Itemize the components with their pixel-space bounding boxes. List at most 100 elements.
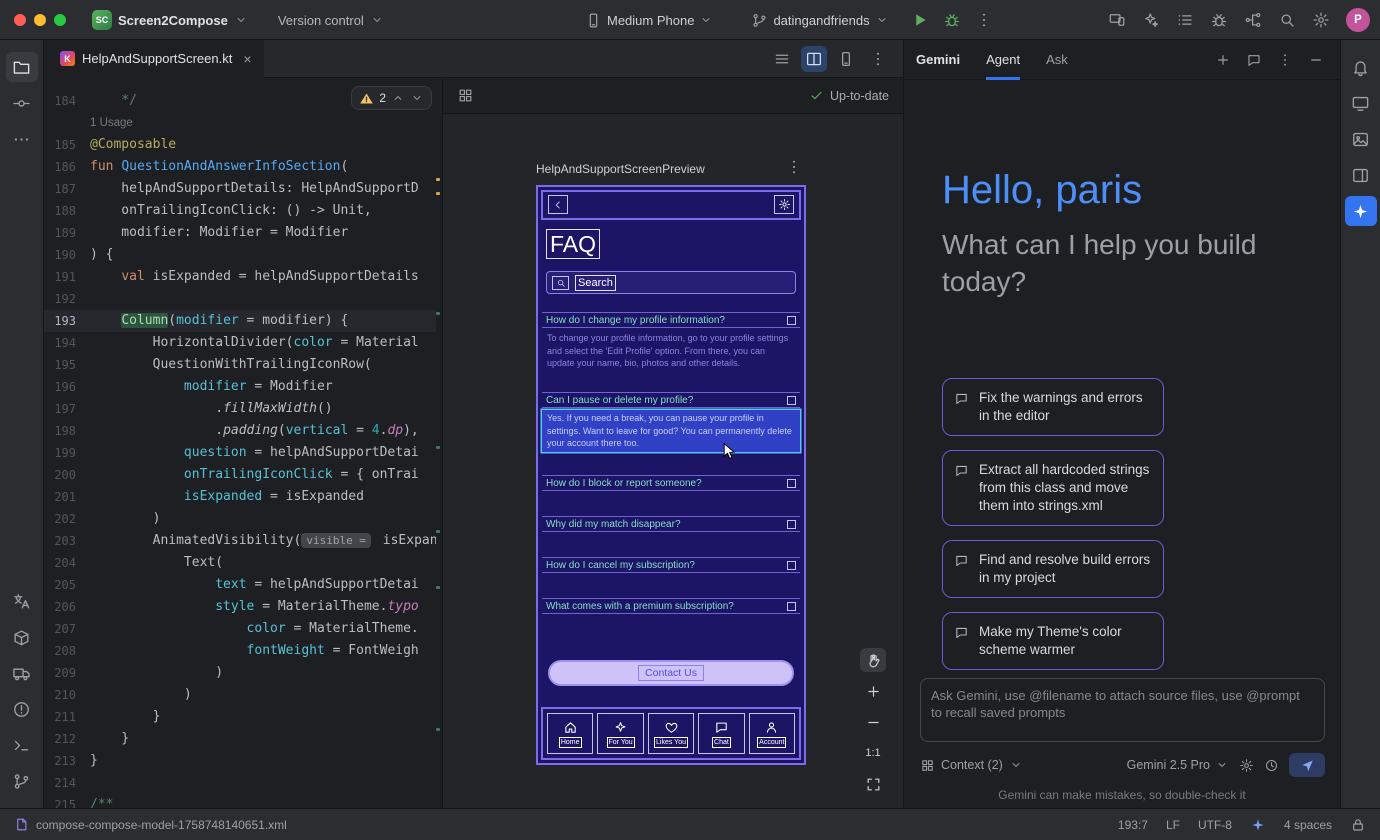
tab-ask[interactable]: Ask	[1046, 40, 1068, 80]
send-button[interactable]	[1289, 753, 1325, 777]
code-line[interactable]: 203 AnimatedVisibility(visible = isExpan	[44, 530, 436, 552]
prompt-history-button[interactable]	[1264, 758, 1279, 773]
todo-list-button[interactable]	[1172, 7, 1198, 33]
code-line[interactable]: 187 helpAndSupportDetails: HelpAndSuppor…	[44, 178, 436, 200]
code-line[interactable]: 197 .fillMaxWidth()	[44, 398, 436, 420]
expand-toggle-icon[interactable]	[787, 561, 796, 570]
code-line[interactable]: 209 )	[44, 662, 436, 684]
terminal-tool-button[interactable]	[6, 730, 38, 760]
branch-selector[interactable]: datingandfriends	[751, 12, 888, 29]
code-line[interactable]: 189 modifier: Modifier = Modifier	[44, 222, 436, 244]
packages-tool-button[interactable]	[6, 622, 38, 652]
gemini-input[interactable]	[931, 687, 1314, 733]
design-view-button[interactable]	[833, 46, 859, 72]
code-line[interactable]: 212 }	[44, 728, 436, 750]
code-line[interactable]: 211 }	[44, 706, 436, 728]
code-line[interactable]: 204 Text(	[44, 552, 436, 574]
notifications-button[interactable]	[1345, 52, 1377, 82]
search-everywhere-button[interactable]	[1274, 7, 1300, 33]
code-line[interactable]: 202 )	[44, 508, 436, 530]
contact-us-button[interactable]: Contact Us	[548, 660, 794, 686]
suggestion-card[interactable]: Make my Theme's color scheme warmer	[942, 612, 1164, 670]
bottom-nav-item[interactable]: Home	[547, 713, 593, 754]
previous-warning-icon[interactable]	[391, 91, 405, 105]
device-manager-button[interactable]	[1345, 88, 1377, 118]
code-line[interactable]: 198 .padding(vertical = 4.dp),	[44, 420, 436, 442]
suggestion-card[interactable]: Extract all hardcoded strings from this …	[942, 450, 1164, 526]
bottom-nav-item[interactable]: For You	[597, 713, 643, 754]
expand-toggle-icon[interactable]	[787, 602, 796, 611]
code-line[interactable]: 213}	[44, 750, 436, 772]
project-menu[interactable]: Screen2Compose	[118, 13, 228, 28]
code-line[interactable]: 185@Composable	[44, 134, 436, 156]
cursor-position[interactable]: 193:7	[1118, 818, 1148, 832]
problems-tool-button[interactable]	[6, 694, 38, 724]
faq-question-row[interactable]: How do I cancel my subscription?	[542, 557, 800, 573]
context-button[interactable]: Context (2)	[920, 758, 1023, 773]
tab-agent[interactable]: Agent	[986, 40, 1020, 80]
device-explorer-tool-button[interactable]	[6, 658, 38, 688]
suggestion-card[interactable]: Fix the warnings and errors in the edito…	[942, 378, 1164, 436]
code-line[interactable]: 208 fontWeight = FontWeigh	[44, 640, 436, 662]
run-button[interactable]	[907, 7, 933, 33]
version-control-tool-button[interactable]	[6, 766, 38, 796]
agent-settings-button[interactable]	[1239, 758, 1254, 773]
bottom-nav-item[interactable]: Chat	[698, 713, 744, 754]
faq-question-row[interactable]: What comes with a premium subscription?	[542, 598, 800, 614]
zoom-out-button[interactable]	[860, 710, 886, 734]
code-view-button[interactable]	[769, 46, 795, 72]
suggestion-card[interactable]: Find and resolve build errors in my proj…	[942, 540, 1164, 598]
zoom-in-button[interactable]	[860, 679, 886, 703]
code-line[interactable]: 199 question = helpAndSupportDetai	[44, 442, 436, 464]
model-selector[interactable]: Gemini 2.5 Pro	[1127, 758, 1229, 772]
code-line[interactable]: 207 color = MaterialTheme.	[44, 618, 436, 640]
layout-inspector-button[interactable]	[1345, 124, 1377, 154]
code-line[interactable]: 195 QuestionWithTrailingIconRow(	[44, 354, 436, 376]
faq-question-row[interactable]: How do I change my profile information?	[542, 312, 800, 328]
project-tool-button[interactable]	[6, 52, 38, 82]
code-line[interactable]: 192	[44, 288, 436, 310]
code-line[interactable]: 1 Usage	[44, 112, 436, 134]
gemini-input-box[interactable]	[920, 678, 1325, 742]
editor-tab[interactable]: K HelpAndSupportScreen.kt ×	[44, 40, 264, 78]
expand-toggle-icon[interactable]	[787, 316, 796, 325]
code-line[interactable]: 214	[44, 772, 436, 794]
faq-question-row[interactable]: Why did my match disappear?	[542, 516, 800, 532]
bottom-nav-item[interactable]: Account	[749, 713, 795, 754]
editor-menu-button[interactable]	[865, 46, 891, 72]
code-line[interactable]: 206 style = MaterialTheme.typo	[44, 596, 436, 618]
more-run-options-button[interactable]	[971, 7, 997, 33]
version-control-menu[interactable]: Version control	[278, 13, 364, 28]
line-separator[interactable]: LF	[1166, 818, 1180, 832]
code-line[interactable]: 190) {	[44, 244, 436, 266]
statusbar-file[interactable]: compose-compose-model-1758748140651.xml	[14, 817, 287, 832]
preview-menu-icon[interactable]	[785, 158, 803, 176]
details-panel-button[interactable]	[1345, 160, 1377, 190]
code-line[interactable]: 196 modifier = Modifier	[44, 376, 436, 398]
debug-button[interactable]	[939, 7, 965, 33]
indent[interactable]: 4 spaces	[1284, 818, 1332, 832]
faq-question-row[interactable]: Can I pause or delete my profile?	[542, 392, 800, 408]
code-line[interactable]: 210 )	[44, 684, 436, 706]
commit-tool-button[interactable]	[6, 88, 38, 118]
encoding[interactable]: UTF-8	[1198, 818, 1232, 832]
panel-menu-button[interactable]	[1273, 48, 1297, 72]
build-pipeline-button[interactable]	[1240, 7, 1266, 33]
next-warning-icon[interactable]	[410, 91, 424, 105]
preview-grid-icon[interactable]	[457, 87, 474, 104]
code-line[interactable]: 188 onTrailingIconClick: () -> Unit,	[44, 200, 436, 222]
bottom-nav-item[interactable]: Likes You	[648, 713, 694, 754]
minimize-window-button[interactable]	[34, 14, 46, 26]
new-chat-button[interactable]	[1211, 48, 1235, 72]
inspection-widget[interactable]: 2	[351, 86, 432, 110]
device-selector[interactable]: Medium Phone	[585, 12, 713, 29]
gemini-tools-button[interactable]	[1138, 7, 1164, 33]
pan-button[interactable]	[860, 648, 886, 672]
chat-history-button[interactable]	[1242, 48, 1266, 72]
gemini-status[interactable]	[1250, 817, 1266, 833]
expand-toggle-icon[interactable]	[787, 520, 796, 529]
code-line[interactable]: 194 HorizontalDivider(color = Material	[44, 332, 436, 354]
device-mirroring-button[interactable]	[1104, 7, 1130, 33]
readonly-lock[interactable]	[1350, 817, 1366, 833]
code-line[interactable]: 205 text = helpAndSupportDetai	[44, 574, 436, 596]
